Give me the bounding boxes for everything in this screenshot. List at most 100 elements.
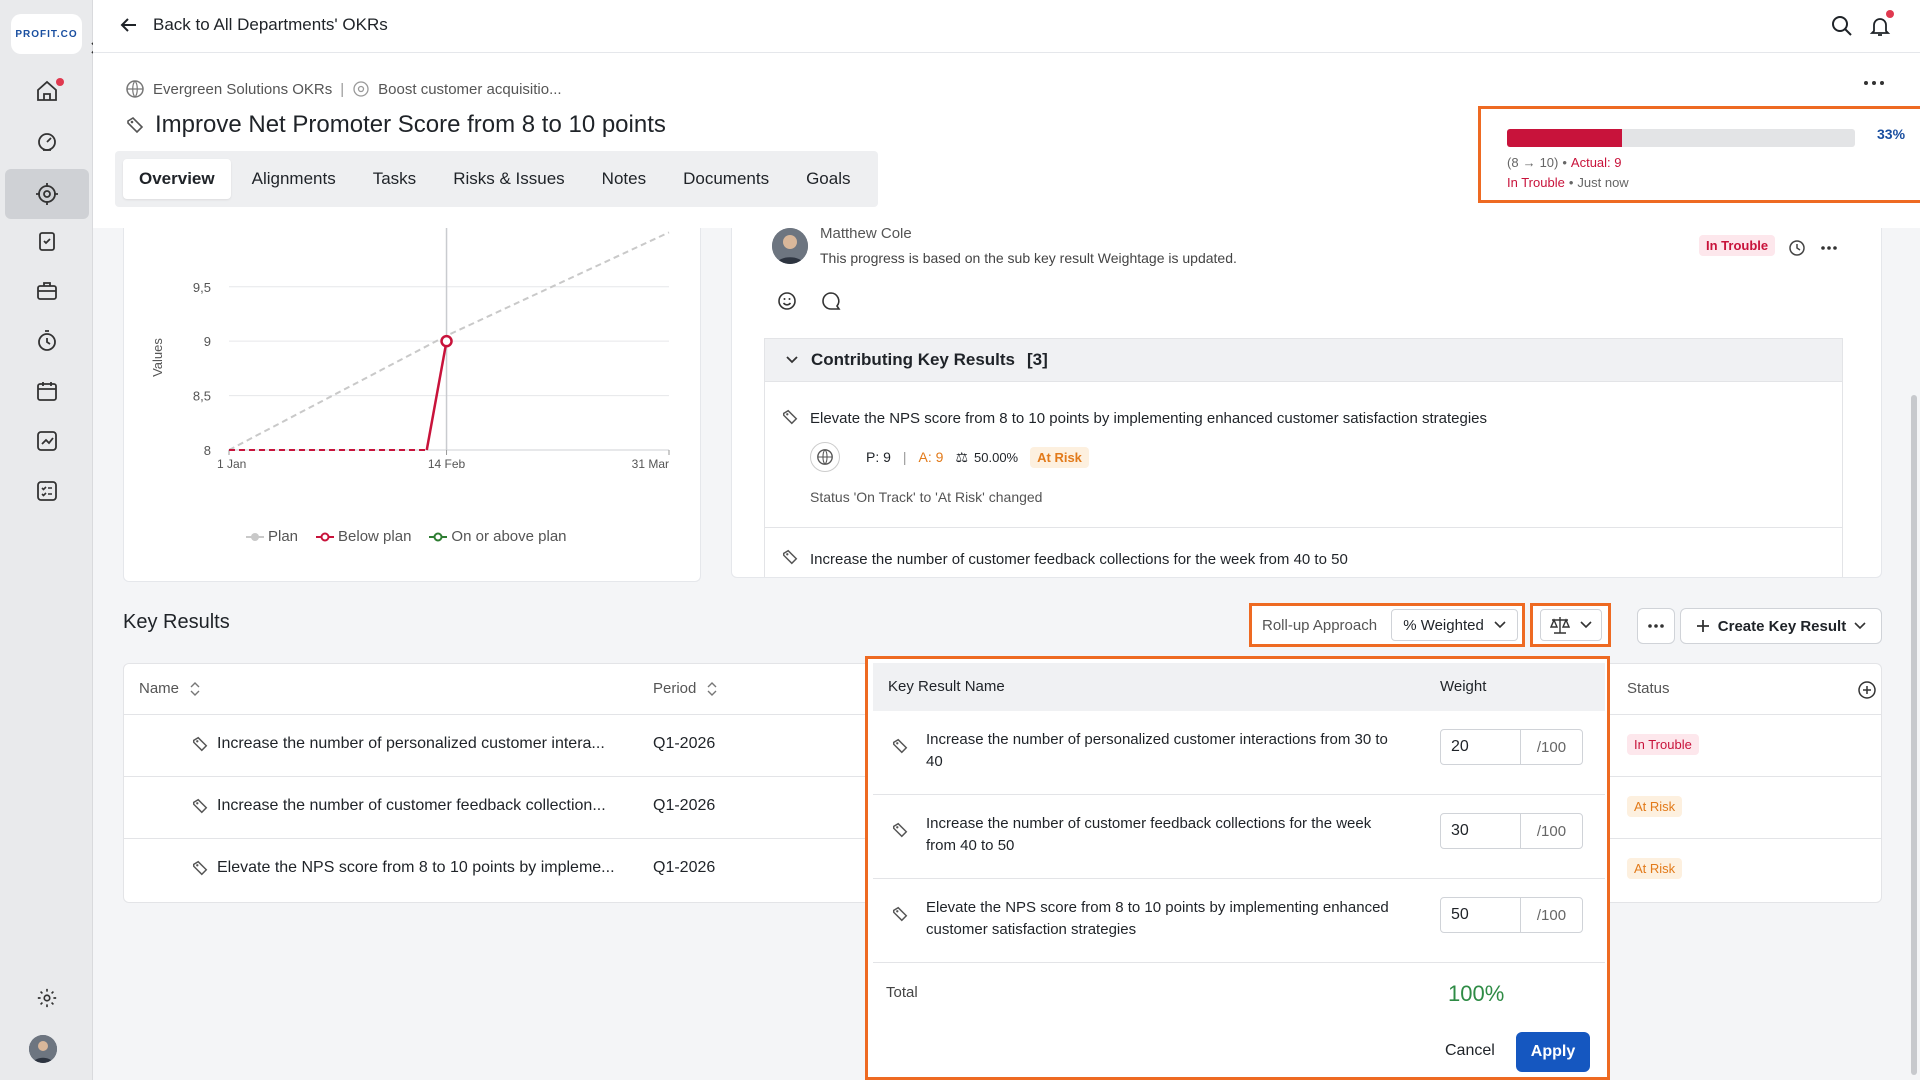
tab-risks-issues[interactable]: Risks & Issues <box>437 159 580 199</box>
breadcrumb-separator: | <box>340 80 345 98</box>
contributing-count: [3] <box>1027 350 1048 369</box>
rollup-select[interactable]: % Weighted <box>1391 609 1518 641</box>
nav-inbox[interactable] <box>5 268 89 314</box>
search-icon[interactable] <box>1831 15 1853 37</box>
target-icon <box>353 81 369 97</box>
progress-status: In Trouble <box>1507 175 1565 190</box>
nav-home[interactable] <box>5 68 89 114</box>
weight-balance-control[interactable] <box>1530 603 1611 647</box>
scale-icon <box>1550 617 1570 634</box>
below-plan-marker-icon <box>316 532 335 541</box>
rollup-value: % Weighted <box>1403 616 1484 634</box>
row-period: Q1-2026 <box>653 859 716 876</box>
profit-co-logo[interactable]: PROFIT.CO <box>11 14 82 54</box>
key-result-icon <box>192 736 208 752</box>
contributing-item-stats: P: 9 | A: 9 ⚖ 50.00% At Risk <box>810 442 1089 472</box>
actual-value: A: 9 <box>918 449 944 465</box>
nav-settings[interactable] <box>5 975 89 1021</box>
comment-icon[interactable] <box>820 290 842 312</box>
y-tick-label: 8 <box>204 443 211 458</box>
weight-row-name: Increase the number of customer feedback… <box>926 815 1372 854</box>
weight-suffix: /100 <box>1536 822 1567 840</box>
column-name-label: Name <box>139 680 180 697</box>
row-name-cell: Increase the number of customer feedback… <box>191 797 606 815</box>
weight-value[interactable]: 20 <box>1441 730 1521 764</box>
weight-input[interactable]: 20 /100 <box>1440 729 1583 765</box>
history-icon[interactable] <box>1788 239 1806 257</box>
legend-below-plan[interactable]: Below plan <box>316 528 411 545</box>
cancel-button[interactable]: Cancel <box>1445 1042 1495 1060</box>
nav-checklist[interactable] <box>5 468 89 514</box>
more-options-icon[interactable] <box>1863 79 1885 87</box>
tab-alignments[interactable]: Alignments <box>236 159 352 199</box>
chevron-down-icon <box>1494 621 1506 629</box>
nav-calendar[interactable] <box>5 368 89 414</box>
status-badge: At Risk <box>1627 858 1683 879</box>
row-name[interactable]: Increase the number of personalized cust… <box>217 735 605 753</box>
range-start: (8 <box>1507 155 1519 170</box>
plan-marker-icon <box>246 532 264 541</box>
add-column-icon[interactable] <box>1857 680 1877 700</box>
tab-notes[interactable]: Notes <box>586 159 662 199</box>
globe-icon <box>126 80 144 98</box>
total-label: Total <box>886 984 918 1001</box>
progress-summary[interactable]: 33% (8 → 10) • Actual: 9 In Trouble • Ju… <box>1478 106 1920 203</box>
nav-timer[interactable] <box>5 318 89 364</box>
breadcrumb-org[interactable]: Evergreen Solutions OKRs <box>153 81 332 98</box>
apply-button[interactable]: Apply <box>1516 1032 1590 1072</box>
plan-value: P: 9 <box>866 449 891 465</box>
weight-value[interactable]: 50 <box>1441 898 1521 932</box>
key-result-icon <box>781 548 799 566</box>
column-status-label: Status <box>1627 680 1670 697</box>
nav-tasks[interactable] <box>5 218 89 264</box>
rollup-approach-control: Roll-up Approach % Weighted <box>1249 603 1525 647</box>
column-status[interactable]: Status <box>1627 680 1670 697</box>
contributing-key-results-header[interactable]: Contributing Key Results [3] <box>764 338 1843 382</box>
legend-on-above-plan[interactable]: On or above plan <box>429 528 567 545</box>
weight-row: Increase the number of personalized cust… <box>873 711 1605 795</box>
row-name-cell: Elevate the NPS score from 8 to 10 point… <box>191 859 615 877</box>
weight-input[interactable]: 30 /100 <box>1440 813 1583 849</box>
nav-dashboard[interactable] <box>5 118 89 164</box>
row-name[interactable]: Increase the number of customer feedback… <box>217 797 606 815</box>
sort-icon <box>707 681 717 696</box>
progress-chart: 8 8,5 9 9,5 1 Jan 14 Feb 31 Mar Values <box>150 228 670 471</box>
kr-more-button[interactable] <box>1637 608 1675 644</box>
page-scrollbar[interactable] <box>1911 395 1917 1075</box>
checklist-icon <box>37 481 57 501</box>
nav-analytics[interactable] <box>5 418 89 464</box>
nav-okrs[interactable] <box>5 169 89 219</box>
status-badge: At Risk <box>1627 796 1683 817</box>
tab-tasks[interactable]: Tasks <box>357 159 432 199</box>
activity-more-icon[interactable] <box>1820 245 1838 251</box>
create-key-result-button[interactable]: Create Key Result <box>1680 608 1882 644</box>
weight-balance-button[interactable] <box>1540 609 1602 641</box>
popover-col-weight: Weight <box>1440 678 1487 695</box>
row-name[interactable]: Elevate the NPS score from 8 to 10 point… <box>217 859 615 877</box>
add-reaction-icon[interactable] <box>777 290 799 312</box>
contributing-title: Contributing Key Results <box>811 350 1016 369</box>
globe-icon <box>810 442 840 472</box>
activity-author: Matthew Cole <box>820 228 912 242</box>
contributing-item-name[interactable]: Increase the number of customer feedback… <box>810 551 1348 568</box>
user-avatar[interactable] <box>29 1035 57 1063</box>
legend-plan[interactable]: Plan <box>246 528 298 545</box>
weight-input[interactable]: 50 /100 <box>1440 897 1583 933</box>
progress-bar-fill <box>1507 129 1622 147</box>
contributing-list: Elevate the NPS score from 8 to 10 point… <box>764 382 1843 577</box>
column-name[interactable]: Name <box>139 680 201 697</box>
status-badge: At Risk <box>1030 446 1089 468</box>
contributing-item-name[interactable]: Elevate the NPS score from 8 to 10 point… <box>810 410 1487 427</box>
weight-value[interactable]: 30 <box>1441 814 1521 848</box>
tab-overview[interactable]: Overview <box>123 159 231 199</box>
tab-goals[interactable]: Goals <box>790 159 866 199</box>
tab-documents[interactable]: Documents <box>667 159 785 199</box>
breadcrumb-objective[interactable]: Boost customer acquisitio... <box>378 81 561 98</box>
plus-icon <box>1696 620 1709 632</box>
bell-icon[interactable] <box>1868 10 1894 38</box>
stopwatch-icon <box>38 330 56 351</box>
bullet-separator: • <box>1568 175 1574 190</box>
back-link[interactable]: Back to All Departments' OKRs <box>119 15 388 35</box>
key-result-icon <box>892 822 908 838</box>
column-period[interactable]: Period <box>653 680 718 697</box>
